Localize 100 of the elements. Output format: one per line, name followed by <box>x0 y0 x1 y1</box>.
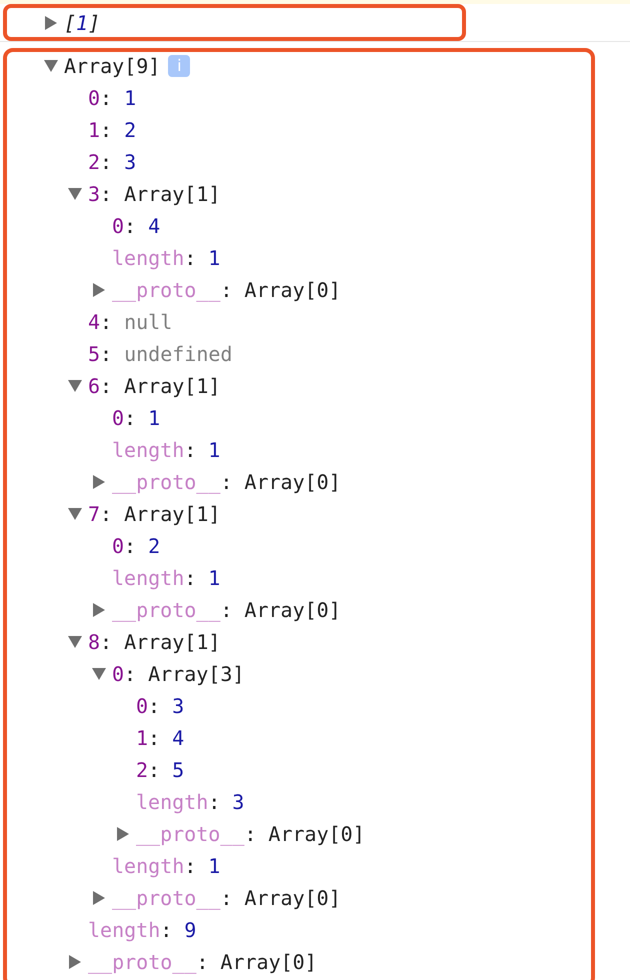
colon: : <box>100 181 112 208</box>
colon: : <box>124 661 136 688</box>
colon: : <box>124 213 136 240</box>
colon: : <box>100 85 112 112</box>
property-value: 4 <box>148 213 160 240</box>
array-label: Array[9] <box>64 53 160 80</box>
colon: : <box>220 597 232 624</box>
colon: : <box>196 949 208 976</box>
expanded-triangle-icon[interactable] <box>68 635 82 649</box>
property-key: length <box>112 851 184 881</box>
property-value: 1 <box>148 405 160 432</box>
colon: : <box>100 373 112 400</box>
property-key: __proto__ <box>112 883 220 913</box>
property-key: 6 <box>88 371 100 401</box>
colon: : <box>184 245 196 272</box>
collapsed-triangle-icon[interactable] <box>116 827 130 841</box>
collapsed-triangle-icon[interactable] <box>92 603 106 617</box>
property-value: Array[0] <box>268 821 365 848</box>
property-key: 3 <box>88 179 100 209</box>
colon: : <box>124 533 136 560</box>
expanded-triangle-icon[interactable] <box>44 59 58 73</box>
property-value: 2 <box>124 117 136 144</box>
property-key: __proto__ <box>112 467 220 497</box>
property-value: Array[1] <box>124 629 220 656</box>
property-value: null <box>124 309 172 336</box>
colon: : <box>184 565 196 592</box>
property-key: length <box>112 435 184 465</box>
property-key: __proto__ <box>112 595 220 625</box>
colon: : <box>100 629 112 656</box>
expanded-triangle-icon[interactable] <box>68 187 82 201</box>
property-key: 5 <box>88 339 100 369</box>
property-value: Array[1] <box>124 501 220 528</box>
info-badge: i <box>168 55 190 77</box>
property-key: __proto__ <box>136 819 244 849</box>
property-key: length <box>136 787 208 817</box>
property-value: 3 <box>172 693 184 720</box>
colon: : <box>208 789 220 816</box>
property-value: Array[0] <box>244 885 341 912</box>
colon: : <box>220 469 232 496</box>
array-preview[interactable]: [1] <box>64 8 100 38</box>
property-value: Array[0] <box>244 597 341 624</box>
property-value: Array[0] <box>244 469 341 496</box>
property-value: 1 <box>124 85 136 112</box>
colon: : <box>184 853 196 880</box>
property-value: 1 <box>208 853 220 880</box>
property-value: 2 <box>148 533 160 560</box>
property-key: 0 <box>88 83 100 113</box>
colon: : <box>244 821 256 848</box>
collapsed-triangle-icon[interactable] <box>92 891 106 905</box>
property-key: 2 <box>88 147 100 177</box>
collapsed-triangle-icon[interactable] <box>92 283 106 297</box>
property-value: 5 <box>172 757 184 784</box>
colon: : <box>160 917 172 944</box>
colon: : <box>148 725 160 752</box>
colon: : <box>100 117 112 144</box>
property-value: 9 <box>184 917 196 944</box>
property-key: length <box>88 915 160 945</box>
expanded-triangle-icon[interactable] <box>68 379 82 393</box>
property-key: __proto__ <box>88 947 196 977</box>
property-value: 3 <box>232 789 244 816</box>
property-value: undefined <box>124 341 232 368</box>
property-value: 4 <box>172 725 184 752</box>
colon: : <box>100 341 112 368</box>
property-value: 3 <box>124 149 136 176</box>
collapsed-triangle-icon[interactable] <box>68 955 82 969</box>
property-key: 1 <box>136 723 148 753</box>
property-value: Array[0] <box>244 277 341 304</box>
colon: : <box>220 885 232 912</box>
property-key: length <box>112 563 184 593</box>
property-key: 0 <box>112 531 124 561</box>
property-value: 1 <box>208 565 220 592</box>
property-key: __proto__ <box>112 275 220 305</box>
property-key: length <box>112 243 184 273</box>
colon: : <box>124 405 136 432</box>
property-key: 0 <box>112 659 124 689</box>
colon: : <box>148 757 160 784</box>
colon: : <box>100 309 112 336</box>
colon: : <box>220 277 232 304</box>
colon: : <box>148 693 160 720</box>
property-key: 7 <box>88 499 100 529</box>
property-key: 0 <box>112 403 124 433</box>
property-value: Array[0] <box>220 949 317 976</box>
property-key: 0 <box>136 691 148 721</box>
colon: : <box>184 437 196 464</box>
colon: : <box>100 149 112 176</box>
property-key: 8 <box>88 627 100 657</box>
collapsed-triangle-icon[interactable] <box>44 16 58 30</box>
collapsed-triangle-icon[interactable] <box>92 475 106 489</box>
colon: : <box>100 501 112 528</box>
property-key: 4 <box>88 307 100 337</box>
property-value: Array[1] <box>124 373 220 400</box>
property-key: 0 <box>112 211 124 241</box>
property-key: 2 <box>136 755 148 785</box>
property-value: 1 <box>208 245 220 272</box>
property-value: 1 <box>208 437 220 464</box>
property-value: Array[1] <box>124 181 220 208</box>
expanded-triangle-icon[interactable] <box>68 507 82 521</box>
property-value: Array[3] <box>148 661 244 688</box>
expanded-triangle-icon[interactable] <box>92 667 106 681</box>
property-key: 1 <box>88 115 100 145</box>
